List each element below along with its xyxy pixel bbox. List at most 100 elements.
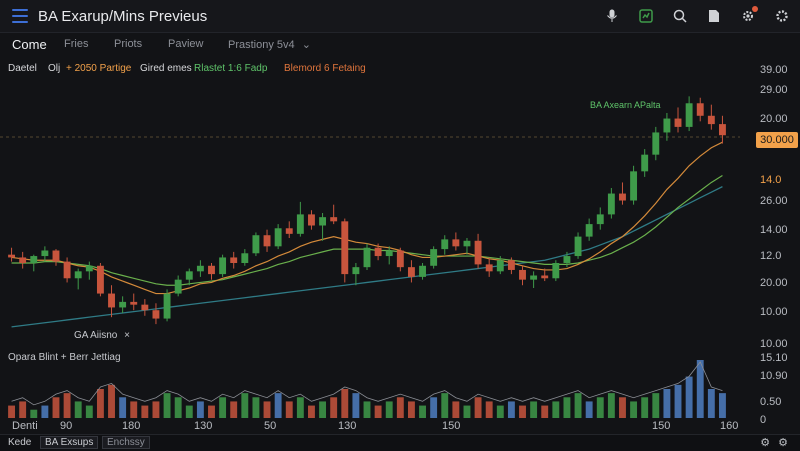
candle[interactable] bbox=[19, 251, 27, 269]
candle-body bbox=[308, 214, 315, 226]
indicator-daetel[interactable]: Daetel bbox=[8, 63, 37, 74]
candle[interactable] bbox=[719, 115, 726, 144]
tab-prastiony[interactable]: Prastiony 5v4 ⌄ bbox=[228, 38, 311, 51]
tab-come[interactable]: Come bbox=[12, 37, 47, 52]
candle[interactable] bbox=[208, 263, 215, 280]
volume-bar bbox=[130, 401, 138, 418]
candle[interactable] bbox=[252, 232, 260, 257]
tab-priots[interactable]: Priots bbox=[114, 38, 142, 50]
bottom-item-kede[interactable]: Kede bbox=[8, 437, 31, 448]
tab-fries[interactable]: Fries bbox=[64, 38, 88, 50]
candle[interactable] bbox=[685, 96, 693, 132]
candle[interactable] bbox=[430, 246, 438, 269]
candle[interactable] bbox=[419, 263, 426, 280]
candle[interactable] bbox=[363, 243, 371, 270]
candle-body bbox=[619, 193, 626, 201]
settings-icon[interactable] bbox=[738, 6, 758, 26]
bottom-item-exsups[interactable]: BA Exsups bbox=[40, 436, 99, 449]
candle[interactable] bbox=[652, 126, 660, 161]
candle[interactable] bbox=[30, 254, 38, 272]
indicator-blemord[interactable]: Blemord 6 Fetaing bbox=[284, 63, 366, 74]
portfolio-icon[interactable] bbox=[636, 6, 656, 26]
candle[interactable] bbox=[96, 263, 104, 297]
candle[interactable] bbox=[385, 246, 393, 265]
volume-bar bbox=[296, 397, 304, 418]
annotation-bottom: GA Aiisno × bbox=[74, 330, 130, 341]
candle[interactable] bbox=[596, 207, 604, 230]
candle[interactable] bbox=[174, 275, 182, 297]
candle[interactable] bbox=[396, 247, 404, 272]
candle[interactable] bbox=[407, 260, 415, 283]
candle[interactable] bbox=[141, 299, 149, 316]
candle[interactable] bbox=[696, 97, 704, 122]
candle[interactable] bbox=[630, 165, 638, 205]
gear-icon[interactable]: ⚙ bbox=[778, 436, 788, 449]
candle[interactable] bbox=[152, 303, 160, 325]
menu-icon[interactable] bbox=[12, 9, 28, 23]
candle-body bbox=[296, 214, 304, 234]
candle[interactable] bbox=[163, 289, 171, 322]
candle[interactable] bbox=[74, 268, 82, 290]
candle[interactable] bbox=[108, 285, 115, 318]
candle[interactable] bbox=[619, 182, 626, 205]
candle[interactable] bbox=[574, 232, 582, 259]
candle[interactable] bbox=[674, 107, 682, 133]
candle[interactable] bbox=[41, 246, 49, 262]
candle-body bbox=[141, 304, 149, 311]
close-icon[interactable]: × bbox=[124, 330, 130, 341]
candle[interactable] bbox=[530, 271, 538, 288]
candle-body bbox=[563, 256, 571, 263]
candle[interactable] bbox=[607, 188, 615, 219]
candle[interactable] bbox=[463, 238, 471, 255]
indicator-partige[interactable]: + 2050 Partige bbox=[66, 63, 131, 74]
candle-body bbox=[485, 264, 493, 272]
tab-paview[interactable]: Paview bbox=[168, 38, 203, 50]
gear-icon[interactable] bbox=[772, 6, 792, 26]
candle[interactable] bbox=[185, 268, 193, 286]
candle[interactable] bbox=[296, 201, 304, 237]
candle[interactable] bbox=[441, 235, 449, 255]
candle[interactable] bbox=[585, 218, 593, 241]
candle[interactable] bbox=[663, 113, 671, 141]
candle[interactable] bbox=[319, 213, 327, 241]
candle-body bbox=[530, 275, 538, 280]
candle[interactable] bbox=[308, 210, 315, 230]
candle[interactable] bbox=[230, 251, 238, 269]
candle[interactable] bbox=[285, 221, 293, 238]
document-icon[interactable] bbox=[704, 6, 724, 26]
candle[interactable] bbox=[8, 247, 15, 262]
candle[interactable] bbox=[52, 249, 60, 266]
candle[interactable] bbox=[274, 224, 282, 250]
mic-icon[interactable] bbox=[602, 6, 622, 26]
candle[interactable] bbox=[196, 260, 204, 277]
candle[interactable] bbox=[63, 257, 71, 283]
candle[interactable] bbox=[130, 293, 138, 311]
indicator-gired[interactable]: Gired emes bbox=[140, 63, 192, 74]
settings-icon[interactable]: ⚙ bbox=[760, 436, 770, 449]
candle-body bbox=[130, 301, 138, 305]
candle[interactable] bbox=[552, 260, 560, 282]
volume-bar bbox=[163, 393, 171, 418]
candle[interactable] bbox=[474, 233, 482, 269]
bottom-item-enchssy[interactable]: Enchssy bbox=[102, 436, 150, 449]
candle[interactable] bbox=[341, 218, 349, 283]
candle[interactable] bbox=[485, 257, 493, 277]
candle[interactable] bbox=[519, 265, 526, 286]
indicator-rlastet[interactable]: Rlastet 1:6 Fadp bbox=[194, 63, 267, 74]
candle[interactable] bbox=[330, 204, 338, 225]
candle[interactable] bbox=[641, 149, 649, 177]
candle[interactable] bbox=[219, 254, 227, 277]
search-icon[interactable] bbox=[670, 6, 690, 26]
candle[interactable] bbox=[263, 229, 271, 252]
price-chart[interactable] bbox=[0, 76, 740, 346]
time-tick: 180 bbox=[122, 420, 141, 432]
candle-body bbox=[719, 124, 726, 136]
candle[interactable] bbox=[707, 104, 715, 130]
candle-body bbox=[8, 254, 15, 258]
indicator-olj[interactable]: Olj bbox=[48, 63, 60, 74]
candle[interactable] bbox=[352, 263, 360, 286]
candle[interactable] bbox=[85, 261, 93, 280]
candle[interactable] bbox=[452, 232, 460, 251]
candle[interactable] bbox=[241, 249, 249, 266]
candle[interactable] bbox=[119, 296, 127, 313]
